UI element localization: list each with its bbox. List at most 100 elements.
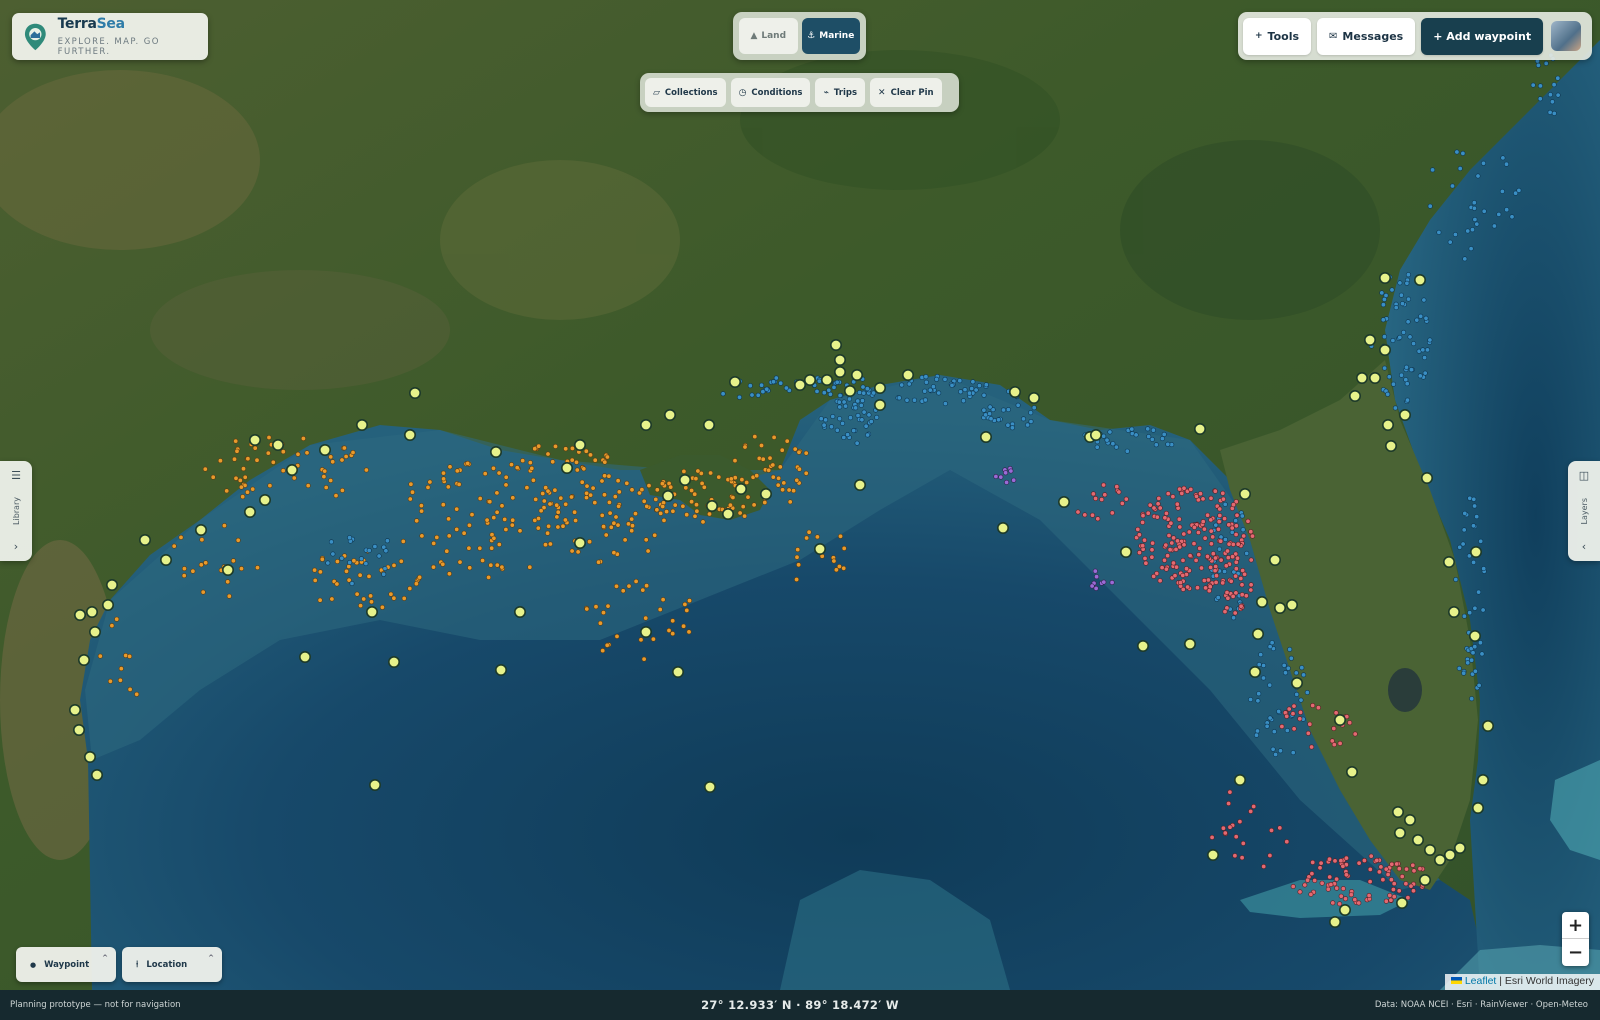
red-survey-marker[interactable] (1411, 868, 1417, 874)
blue-survey-marker[interactable] (1551, 82, 1557, 88)
red-survey-marker[interactable] (1202, 535, 1208, 541)
blue-survey-marker[interactable] (1385, 391, 1391, 397)
waypoint-marker[interactable] (996, 521, 1009, 534)
orange-survey-marker[interactable] (762, 499, 768, 505)
orange-survey-marker[interactable] (841, 545, 847, 551)
blue-survey-marker[interactable] (382, 565, 388, 571)
red-survey-marker[interactable] (1347, 720, 1353, 726)
red-survey-marker[interactable] (1232, 610, 1238, 616)
waypoint-legend-button[interactable]: ● Waypoint ^ (16, 947, 116, 982)
red-survey-marker[interactable] (1191, 524, 1197, 530)
orange-survey-marker[interactable] (445, 484, 451, 490)
orange-survey-marker[interactable] (555, 524, 561, 530)
blue-survey-marker[interactable] (981, 407, 987, 413)
waypoint-marker[interactable] (703, 780, 716, 793)
waypoint-marker[interactable] (1234, 773, 1247, 786)
orange-survey-marker[interactable] (684, 512, 690, 518)
orange-survey-marker[interactable] (680, 503, 686, 509)
orange-survey-marker[interactable] (520, 458, 526, 464)
blue-survey-marker[interactable] (863, 423, 869, 429)
red-survey-marker[interactable] (1101, 482, 1107, 488)
red-survey-marker[interactable] (1123, 496, 1129, 502)
blue-survey-marker[interactable] (896, 395, 902, 401)
orange-survey-marker[interactable] (581, 466, 587, 472)
blue-survey-marker[interactable] (1110, 441, 1116, 447)
orange-survey-marker[interactable] (317, 569, 323, 575)
red-survey-marker[interactable] (1223, 563, 1229, 569)
red-survey-marker[interactable] (1318, 860, 1324, 866)
blue-survey-marker[interactable] (1468, 246, 1474, 252)
blue-survey-marker[interactable] (1422, 370, 1428, 376)
orange-survey-marker[interactable] (514, 465, 520, 471)
blue-survey-marker[interactable] (1382, 365, 1388, 371)
waypoint-marker[interactable] (1412, 833, 1425, 846)
orange-survey-marker[interactable] (127, 686, 133, 692)
orange-survey-marker[interactable] (602, 459, 608, 465)
waypoint-marker[interactable] (86, 605, 99, 618)
blue-survey-marker[interactable] (1530, 82, 1536, 88)
orange-survey-marker[interactable] (776, 475, 782, 481)
orange-survey-marker[interactable] (602, 473, 608, 479)
orange-survey-marker[interactable] (295, 451, 301, 457)
blue-survey-marker[interactable] (347, 559, 353, 565)
red-survey-marker[interactable] (1142, 555, 1148, 561)
red-survey-marker[interactable] (1389, 861, 1395, 867)
blue-survey-marker[interactable] (1420, 347, 1426, 353)
orange-survey-marker[interactable] (502, 516, 508, 522)
red-survey-marker[interactable] (1140, 519, 1146, 525)
orange-survey-marker[interactable] (660, 597, 666, 603)
orange-survey-marker[interactable] (613, 514, 619, 520)
orange-survey-marker[interactable] (524, 485, 530, 491)
waypoint-marker[interactable] (222, 563, 235, 576)
orange-survey-marker[interactable] (742, 513, 748, 519)
red-survey-marker[interactable] (1150, 540, 1156, 546)
orange-survey-marker[interactable] (441, 476, 447, 482)
red-survey-marker[interactable] (1166, 532, 1172, 538)
orange-survey-marker[interactable] (117, 677, 123, 683)
red-survey-marker[interactable] (1302, 882, 1308, 888)
waypoint-marker[interactable] (1286, 598, 1299, 611)
waypoint-marker[interactable] (78, 653, 91, 666)
blue-survey-marker[interactable] (1481, 160, 1487, 166)
blue-survey-marker[interactable] (1405, 319, 1411, 325)
blue-survey-marker[interactable] (818, 416, 824, 422)
orange-survey-marker[interactable] (686, 598, 692, 604)
orange-survey-marker[interactable] (490, 465, 496, 471)
blue-survey-marker[interactable] (1457, 544, 1463, 550)
orange-survey-marker[interactable] (527, 564, 533, 570)
blue-survey-marker[interactable] (934, 376, 940, 382)
purple-survey-marker[interactable] (1003, 470, 1009, 476)
blue-survey-marker[interactable] (831, 384, 837, 390)
waypoint-marker[interactable] (106, 578, 119, 591)
red-survey-marker[interactable] (1290, 711, 1296, 717)
red-survey-marker[interactable] (1143, 560, 1149, 566)
orange-survey-marker[interactable] (440, 561, 446, 567)
blue-survey-marker[interactable] (328, 539, 334, 545)
orange-survey-marker[interactable] (654, 487, 660, 493)
blue-survey-marker[interactable] (957, 378, 963, 384)
orange-survey-marker[interactable] (107, 678, 113, 684)
red-survey-marker[interactable] (1205, 512, 1211, 518)
red-survey-marker[interactable] (1114, 484, 1120, 490)
red-survey-marker[interactable] (1188, 486, 1194, 492)
orange-survey-marker[interactable] (482, 471, 488, 477)
waypoint-marker[interactable] (1477, 773, 1490, 786)
waypoint-marker[interactable] (678, 473, 691, 486)
orange-survey-marker[interactable] (466, 522, 472, 528)
messages-button[interactable]: ✉ Messages (1317, 17, 1416, 55)
red-survey-marker[interactable] (1348, 892, 1354, 898)
orange-survey-marker[interactable] (217, 458, 223, 464)
blue-survey-marker[interactable] (1009, 425, 1015, 431)
orange-survey-marker[interactable] (333, 493, 339, 499)
blue-survey-marker[interactable] (981, 392, 987, 398)
orange-survey-marker[interactable] (629, 528, 635, 534)
orange-survey-marker[interactable] (363, 467, 369, 473)
orange-survey-marker[interactable] (633, 578, 639, 584)
orange-survey-marker[interactable] (343, 568, 349, 574)
red-survey-marker[interactable] (1312, 877, 1318, 883)
waypoint-marker[interactable] (1454, 841, 1467, 854)
red-survey-marker[interactable] (1213, 563, 1219, 569)
orange-survey-marker[interactable] (494, 562, 500, 568)
waypoint-marker[interactable] (702, 418, 715, 431)
blue-survey-marker[interactable] (1271, 729, 1277, 735)
